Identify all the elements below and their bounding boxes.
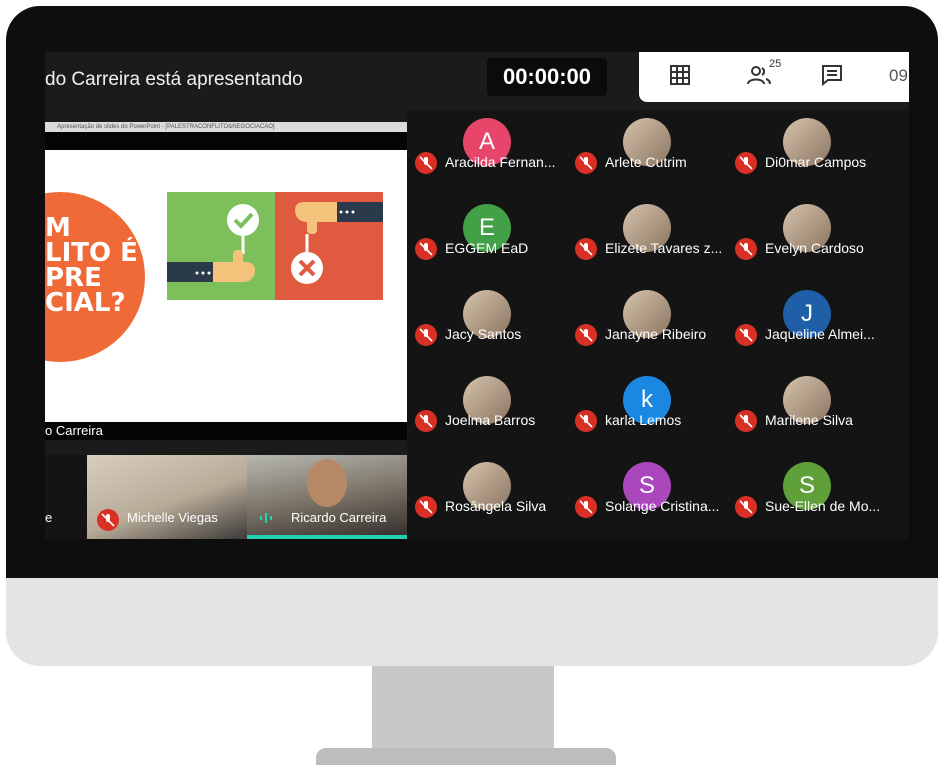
participant-tile[interactable]: k karla Lemos xyxy=(567,368,727,454)
participant-tile[interactable]: S Sue-Ellen de Mo... xyxy=(727,454,887,539)
muted-mic-icon xyxy=(415,152,437,174)
monitor-stand-neck xyxy=(372,666,554,752)
muted-mic-icon xyxy=(735,496,757,518)
participant-tile[interactable]: Marilene Silva xyxy=(727,368,887,454)
people-icon xyxy=(747,66,771,85)
meet-screen: do Carreira está apresentando 00:00:00 2… xyxy=(45,52,909,539)
participant-name: Di0mar Campos xyxy=(765,154,867,170)
speaking-indicator-icon xyxy=(260,513,272,523)
participant-name: Jacy Santos xyxy=(445,326,522,342)
muted-mic-icon xyxy=(415,324,437,346)
thumbs-up-card xyxy=(167,192,275,300)
muted-mic-icon xyxy=(735,324,757,346)
participant-name: Aracilda Fernan... xyxy=(445,154,556,170)
participant-name: Jaqueline Almei... xyxy=(765,326,875,342)
grid-view-button[interactable] xyxy=(669,64,691,90)
participant-name: Sue-Ellen de Mo... xyxy=(765,498,881,514)
thumbs-up-icon xyxy=(167,204,259,282)
presenting-banner: do Carreira está apresentando xyxy=(45,69,303,90)
people-button[interactable]: 25 xyxy=(747,58,781,90)
meeting-timer: 00:00:00 xyxy=(487,58,607,96)
meeting-toolbar: 25 09 xyxy=(639,52,909,102)
slide-window-title: Apresentação de slides do PowerPoint - [… xyxy=(45,122,407,132)
slide-heading: M LITO É PRE CIAL? xyxy=(45,215,138,318)
presenter-name-label: o Carreira xyxy=(45,423,103,438)
participant-name: Arlete Cutrim xyxy=(605,154,687,170)
participant-name: Elizete Tavares z... xyxy=(605,240,723,256)
participant-tile[interactable]: E EGGEM EaD xyxy=(407,196,567,282)
speaker-face xyxy=(307,459,347,507)
speaking-highlight xyxy=(247,535,407,539)
toolbar-clipped-text: 09 xyxy=(889,66,908,85)
participant-name: Solange Cristina... xyxy=(605,498,720,514)
participant-tile[interactable]: S Solange Cristina... xyxy=(567,454,727,539)
participant-tile[interactable]: Rosângela Silva xyxy=(407,454,567,539)
monitor-bezel: do Carreira está apresentando 00:00:00 2… xyxy=(6,6,938,578)
participant-name: Evelyn Cardoso xyxy=(765,240,864,256)
participant-name: Michelle Viegas xyxy=(127,510,218,525)
participant-name: Rosângela Silva xyxy=(445,498,547,514)
chat-button[interactable] xyxy=(821,64,843,90)
meeting-top-bar: do Carreira está apresentando 00:00:00 2… xyxy=(45,52,909,108)
thumbs-down-card xyxy=(275,192,383,300)
participant-name: Joelma Barros xyxy=(445,412,536,428)
participant-tile[interactable]: Jacy Santos xyxy=(407,282,567,368)
muted-mic-icon xyxy=(415,410,437,432)
muted-mic-icon xyxy=(575,324,597,346)
muted-mic-icon xyxy=(575,238,597,260)
participant-tile[interactable]: Elizete Tavares z... xyxy=(567,196,727,282)
muted-mic-icon xyxy=(735,152,757,174)
monitor-stand-foot xyxy=(316,748,616,765)
muted-mic-icon xyxy=(735,238,757,260)
participant-tile[interactable]: Arlete Cutrim xyxy=(567,110,727,196)
participant-name: e xyxy=(45,510,53,525)
muted-mic-icon xyxy=(415,238,437,260)
thumbs-down-icon xyxy=(291,202,383,284)
participants-grid: A Aracilda Fernan... Arlete Cutrim Di0mar C… xyxy=(407,110,909,539)
muted-mic-icon xyxy=(415,496,437,518)
presentation-area[interactable]: Apresentação de slides do PowerPoint - [… xyxy=(45,122,407,440)
participant-name: EGGEM EaD xyxy=(445,240,529,256)
participant-tile[interactable]: Janayne Ribeiro xyxy=(567,282,727,368)
muted-mic-icon xyxy=(735,410,757,432)
participant-name: Janayne Ribeiro xyxy=(605,326,707,342)
participant-name: Marilene Silva xyxy=(765,412,853,428)
chat-icon xyxy=(822,65,842,86)
participant-tile[interactable]: Di0mar Campos xyxy=(727,110,887,196)
participant-name: Ricardo Carreira xyxy=(291,510,387,525)
monitor-frame: do Carreira está apresentando 00:00:00 2… xyxy=(6,6,938,666)
muted-mic-icon xyxy=(97,509,119,531)
participant-thumbnail[interactable]: e xyxy=(45,455,87,539)
participant-tile[interactable]: A Aracilda Fernan... xyxy=(407,110,567,196)
active-speaker-thumbnail[interactable]: Ricardo Carreira xyxy=(247,455,407,539)
grid-view-icon xyxy=(670,65,690,85)
presentation-slide: M LITO É PRE CIAL? xyxy=(45,150,407,422)
muted-mic-icon xyxy=(575,496,597,518)
participant-thumbnail-video[interactable]: Michelle Viegas xyxy=(87,455,247,539)
slide-heading-line: CIAL? xyxy=(45,288,126,318)
people-count: 25 xyxy=(769,58,782,70)
muted-mic-icon xyxy=(575,152,597,174)
muted-mic-icon xyxy=(575,410,597,432)
participant-name: karla Lemos xyxy=(605,412,682,428)
participant-tile[interactable]: Evelyn Cardoso xyxy=(727,196,887,282)
participant-tile[interactable]: J Jaqueline Almei... xyxy=(727,282,887,368)
participant-tile[interactable]: Joelma Barros xyxy=(407,368,567,454)
